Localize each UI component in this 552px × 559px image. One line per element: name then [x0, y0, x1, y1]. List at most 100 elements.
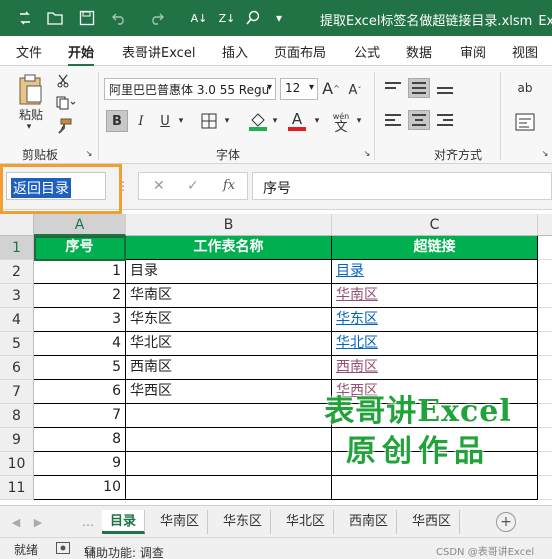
fill-color-icon[interactable] — [246, 108, 270, 134]
row-header[interactable]: 6 — [0, 356, 34, 380]
empty-cell[interactable] — [538, 308, 552, 332]
empty-cell[interactable] — [538, 236, 552, 260]
cell-sheet-name[interactable] — [126, 428, 332, 452]
underline-button[interactable]: U — [156, 110, 174, 132]
empty-cell[interactable] — [538, 332, 552, 356]
cell-hyperlink[interactable]: 华东区 — [332, 308, 538, 332]
italic-button[interactable]: I — [132, 110, 150, 132]
cell-serial-number[interactable]: 1 — [34, 260, 126, 284]
cancel-icon[interactable]: ✕ — [153, 178, 165, 194]
header-cell[interactable]: 超链接 — [332, 236, 538, 260]
tab-home[interactable]: 开始 — [68, 42, 95, 67]
redo-icon[interactable] — [146, 8, 168, 28]
tab-more-icon[interactable]: … — [80, 514, 96, 530]
cell-serial-number[interactable]: 3 — [34, 308, 126, 332]
clipboard-launcher-icon[interactable]: ↘ — [84, 148, 94, 158]
font-color-icon[interactable]: A — [286, 108, 308, 134]
cell-hyperlink[interactable] — [332, 476, 538, 500]
column-header-a[interactable]: A — [34, 214, 126, 236]
cell-hyperlink[interactable]: 华北区 — [332, 332, 538, 356]
paste-button[interactable]: 粘贴 — [14, 106, 48, 122]
tab-formulas[interactable]: 公式 — [354, 42, 380, 61]
font-size-select[interactable]: 12 ▾ — [280, 78, 318, 100]
cell-sheet-name[interactable]: 华南区 — [126, 284, 332, 308]
row-header[interactable]: 7 — [0, 380, 34, 404]
empty-cell[interactable] — [538, 404, 552, 428]
cell-sheet-name[interactable] — [126, 476, 332, 500]
row-header[interactable]: 1 — [0, 236, 34, 260]
fill-color-dropdown-icon[interactable]: ▾ — [270, 114, 280, 128]
empty-cell[interactable] — [538, 356, 552, 380]
select-all-corner[interactable] — [0, 214, 34, 236]
sort-icon[interactable]: A↓ — [188, 8, 210, 28]
cell-serial-number[interactable]: 7 — [34, 404, 126, 428]
grow-font-button[interactable]: A ^ — [322, 78, 340, 98]
add-sheet-button[interactable]: + — [496, 512, 516, 532]
tab-view[interactable]: 视图 — [512, 42, 538, 61]
cell-hyperlink[interactable]: 华南区 — [332, 284, 538, 308]
hyperlink[interactable]: 华北区 — [336, 335, 378, 351]
format-painter-icon[interactable] — [54, 116, 74, 136]
row-header[interactable]: 3 — [0, 284, 34, 308]
empty-cell[interactable] — [538, 452, 552, 476]
sheet-tab-xinan[interactable]: 西南区 — [341, 510, 398, 534]
sheet-tab-huanan[interactable]: 华南区 — [152, 510, 209, 534]
cell-sheet-name[interactable]: 华东区 — [126, 308, 332, 332]
cell-serial-number[interactable]: 2 — [34, 284, 126, 308]
align-middle-icon[interactable] — [408, 78, 430, 98]
empty-cell[interactable] — [538, 428, 552, 452]
cut-icon[interactable] — [54, 72, 72, 90]
scroll-left-icon[interactable]: ◀ — [8, 514, 24, 530]
cell-sheet-name[interactable]: 西南区 — [126, 356, 332, 380]
enter-icon[interactable]: ✓ — [187, 178, 199, 194]
borders-dropdown-icon[interactable]: ▾ — [222, 114, 232, 128]
hyperlink[interactable]: 目录 — [336, 263, 364, 279]
tab-page-layout[interactable]: 页面布局 — [274, 42, 326, 61]
cell-serial-number[interactable]: 4 — [34, 332, 126, 356]
save-icon[interactable] — [76, 8, 98, 28]
more-icon[interactable]: ▾ — [270, 8, 288, 28]
align-top-icon[interactable] — [382, 78, 404, 98]
row-header[interactable]: 9 — [0, 428, 34, 452]
sheet-tab-huadong[interactable]: 华东区 — [215, 510, 272, 534]
column-header-b[interactable]: B — [126, 214, 332, 236]
cell-serial-number[interactable]: 6 — [34, 380, 126, 404]
cell-serial-number[interactable]: 10 — [34, 476, 126, 500]
scroll-right-icon[interactable]: ▶ — [30, 514, 46, 530]
cell-hyperlink[interactable]: 西南区 — [332, 356, 538, 380]
empty-cell[interactable] — [538, 476, 552, 500]
align-left-icon[interactable] — [382, 110, 404, 130]
row-header[interactable]: 8 — [0, 404, 34, 428]
align-right-icon[interactable] — [434, 110, 456, 130]
tab-insert[interactable]: 插入 — [222, 42, 248, 61]
orientation-icon[interactable]: ab — [512, 76, 538, 100]
hyperlink[interactable]: 西南区 — [336, 359, 378, 375]
tab-review[interactable]: 审阅 — [460, 42, 486, 61]
cell-sheet-name[interactable] — [126, 404, 332, 428]
font-name-select[interactable]: 阿里巴巴普惠体 3.0 55 Regu ▾ — [104, 78, 276, 100]
phonetic-guide-icon[interactable]: wén 文 — [330, 108, 352, 136]
tab-file[interactable]: 文件 — [16, 42, 42, 61]
insert-function-icon[interactable]: fx — [223, 178, 235, 193]
hyperlink[interactable]: 华东区 — [336, 311, 378, 327]
cell-serial-number[interactable]: 8 — [34, 428, 126, 452]
row-header[interactable]: 4 — [0, 308, 34, 332]
tab-data[interactable]: 数据 — [406, 42, 432, 61]
tab-biaoge-excel[interactable]: 表哥讲Excel — [122, 42, 195, 61]
alignment-launcher-icon[interactable]: ↘ — [540, 148, 550, 158]
empty-cell[interactable] — [538, 284, 552, 308]
cell-serial-number[interactable]: 5 — [34, 356, 126, 380]
row-header[interactable]: 11 — [0, 476, 34, 500]
paste-dropdown-icon[interactable]: ▾ — [22, 122, 36, 132]
undo-icon[interactable] — [108, 8, 130, 28]
clipboard-icon[interactable] — [14, 72, 48, 108]
phonetic-dropdown-icon[interactable]: ▾ — [354, 114, 364, 128]
folder-icon[interactable] — [44, 8, 66, 28]
autosave-icon[interactable] — [14, 8, 36, 28]
cell-sheet-name[interactable]: 目录 — [126, 260, 332, 284]
empty-cell[interactable] — [538, 260, 552, 284]
borders-icon[interactable] — [198, 110, 220, 132]
search-icon[interactable] — [242, 8, 264, 28]
shrink-font-button[interactable]: Aˇ — [346, 80, 364, 100]
worksheet-grid[interactable]: A B C 1 序号 工作表名称 超链接 2 1 目录 目录 3 2 华南区 华南区 4 3 华东区 华东区 5… — [0, 214, 552, 500]
